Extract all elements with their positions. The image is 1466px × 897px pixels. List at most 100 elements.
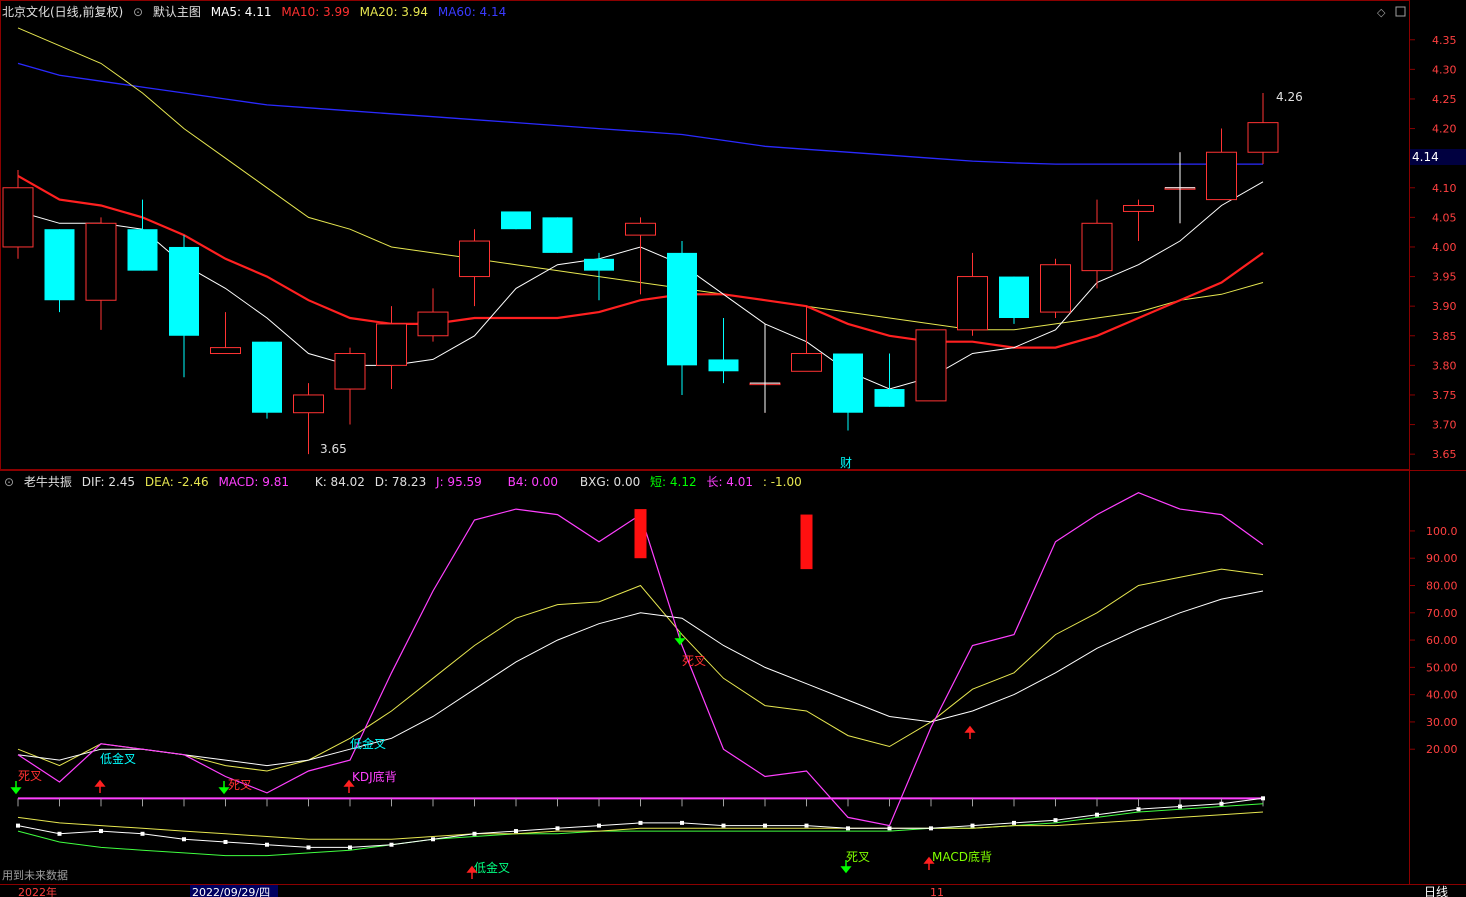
macd-point	[929, 826, 933, 831]
candle-body-down	[542, 217, 573, 253]
k-value: K: 84.02	[314, 475, 365, 489]
k-line	[17, 590, 1264, 767]
macd-value: MACD: 9.81	[218, 475, 289, 489]
candle-body-down	[833, 353, 863, 413]
macd-point	[846, 826, 850, 831]
candle-body-up	[2, 187, 34, 248]
signal-label: 死叉	[846, 850, 870, 864]
candle-body-up	[957, 276, 988, 331]
signal-red-bar	[634, 509, 647, 559]
price-axis: 4.354.304.254.204.154.104.054.003.953.90…	[1409, 34, 1457, 461]
j-value: J: 95.59	[436, 475, 482, 489]
sub-tick-label: 80.00	[1426, 580, 1458, 593]
footer-date: 2022/09/29/四	[192, 886, 270, 897]
long-value: 长: 4.01	[706, 475, 754, 489]
candle-body-up	[417, 311, 449, 337]
candle-body-up	[1247, 122, 1279, 153]
candle-body-up	[85, 222, 117, 301]
candle-body-down	[127, 229, 158, 271]
candle-body-down	[999, 276, 1029, 318]
chevron-down-icon[interactable]: ⊙	[133, 5, 143, 19]
candlestick-plot[interactable]	[2, 27, 1279, 455]
candle-body-up	[625, 222, 656, 236]
price-tick-label: 4.00	[1432, 241, 1457, 254]
stock-title[interactable]: 北京文化(日线,前复权)	[2, 5, 123, 19]
indicator-name[interactable]: 老牛共振	[24, 475, 72, 489]
macd-point	[804, 823, 809, 828]
sub-header: ⊙ 老牛共振 DIF: 2.45 DEA: -2.46 MACD: 9.81 K…	[4, 473, 808, 490]
candle-body-up	[1206, 151, 1237, 201]
candle-body-up	[376, 323, 407, 366]
macd-point	[182, 837, 186, 842]
candle-body-up	[1081, 222, 1113, 272]
main-panel-frame	[0, 0, 1410, 470]
candle-body-down	[708, 359, 739, 372]
macd-point	[57, 831, 62, 836]
macd-point	[1012, 820, 1016, 825]
maximize-icon[interactable]	[1395, 6, 1406, 17]
macd-point	[1136, 807, 1141, 812]
macd-point	[887, 826, 892, 831]
candle-body-up	[210, 347, 241, 355]
sub-tick-label: 30.00	[1426, 716, 1458, 729]
macd-point	[638, 820, 643, 825]
price-tick-label: 3.95	[1432, 271, 1457, 284]
candle-body-down	[44, 229, 75, 301]
signal-label: MACD底背	[932, 849, 992, 864]
signal-red-bar	[800, 514, 813, 570]
candle-body-up	[334, 353, 366, 390]
price-tick-label: 4.30	[1432, 63, 1457, 76]
oscillator-plot[interactable]	[16, 492, 1265, 857]
signal-label: 低金叉	[100, 751, 136, 766]
price-tick-label: 3.70	[1432, 419, 1457, 432]
diamond-icon[interactable]: ◇	[1377, 6, 1386, 19]
tail-value: : -1.00	[762, 475, 802, 489]
macd-yellow-line	[17, 811, 1264, 840]
gear-icon[interactable]: ⊙	[4, 475, 14, 489]
price-tick-label: 3.65	[1432, 448, 1457, 461]
candle-body-down	[501, 211, 531, 230]
price-tick-label: 4.20	[1432, 123, 1457, 136]
macd-point	[970, 823, 975, 828]
d-value: D: 78.23	[374, 475, 427, 489]
candle-body-up	[1040, 264, 1071, 313]
macd-point	[763, 823, 767, 828]
macd-point	[721, 823, 726, 828]
ma10-value: MA10: 3.99	[281, 5, 350, 19]
price-tick-label: 4.25	[1432, 93, 1457, 106]
future-data-note: 用到未来数据	[2, 868, 68, 882]
macd-point	[597, 823, 601, 828]
macd-point	[1219, 801, 1224, 806]
sub-tick-label: 70.00	[1426, 607, 1458, 620]
stock-chart[interactable]: 4.354.304.254.204.154.104.054.003.953.90…	[0, 0, 1466, 897]
candle-body-up	[293, 394, 324, 414]
sub-tick-label: 40.00	[1426, 689, 1458, 702]
price-tick-label: 4.05	[1432, 211, 1457, 224]
ma60-value: MA60: 4.14	[437, 5, 507, 19]
arrow-up-icon	[964, 725, 976, 739]
signal-label: 死叉	[228, 778, 252, 792]
short-value: 短: 4.12	[650, 475, 697, 489]
price-tick-label: 4.10	[1432, 182, 1457, 195]
candle-body-down	[169, 246, 199, 336]
finance-marker[interactable]: 财	[840, 456, 852, 470]
main-header: 北京文化(日线,前复权) ⊙ 默认主图 MA5: 4.11 MA10: 3.99…	[2, 3, 512, 20]
candle-body-up	[1123, 205, 1154, 212]
macd-point	[348, 845, 352, 850]
b4-value: B4: 0.00	[507, 475, 559, 489]
macd-point	[99, 829, 103, 834]
candle-body-down	[874, 389, 905, 407]
bxg-value: BXG: 0.00	[579, 475, 641, 489]
period-label[interactable]: 日线	[1424, 885, 1448, 897]
signal-label: 低金叉	[350, 736, 386, 751]
sub-tick-label: 100.0	[1426, 525, 1458, 538]
macd-point	[16, 823, 20, 828]
price-tick-label: 4.35	[1432, 34, 1457, 47]
macd-point	[680, 820, 684, 825]
d-line	[17, 568, 1264, 772]
candle-body-down	[667, 252, 697, 366]
template-name[interactable]: 默认主图	[153, 5, 201, 19]
macd-point	[265, 842, 269, 847]
signal-label: KDJ底背	[352, 769, 397, 784]
sub-tick-label: 20.00	[1426, 743, 1458, 756]
